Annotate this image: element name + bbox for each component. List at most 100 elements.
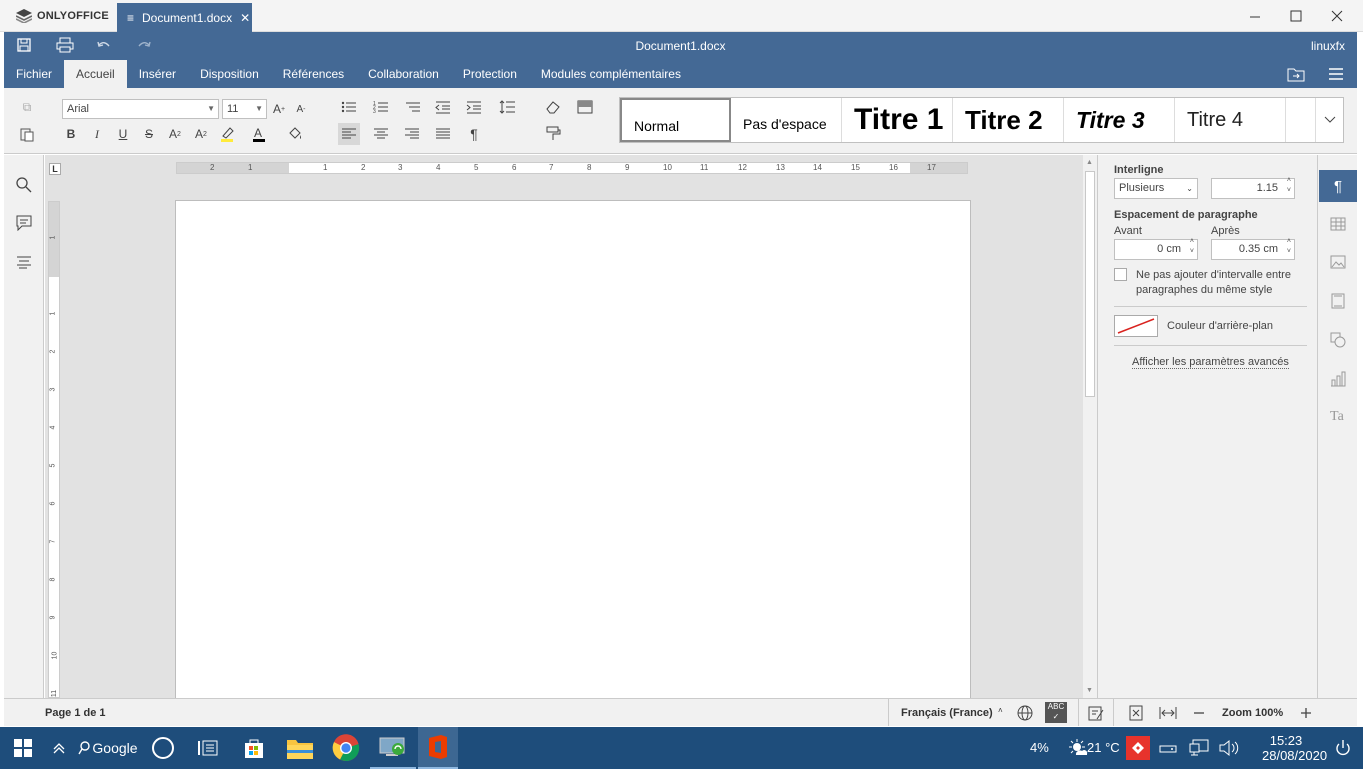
styles-expand-chevron-icon[interactable] <box>1316 98 1343 142</box>
chart-settings-icon[interactable] <box>1330 371 1346 387</box>
close-tab-icon[interactable]: ✕ <box>240 11 250 25</box>
onlyoffice-taskbar-icon[interactable] <box>418 727 458 769</box>
document-tab[interactable]: ≡ Document1.docx ✕ <box>117 3 252 32</box>
line-spacing-value-input[interactable]: 1.15 ˄ ˅ <box>1211 176 1295 199</box>
fit-width-icon[interactable] <box>1159 705 1177 721</box>
paste-icon[interactable] <box>16 123 38 145</box>
spinner-icon[interactable]: ˄ ˅ <box>1287 176 1291 196</box>
zoom-in-icon[interactable] <box>1299 705 1313 721</box>
style-heading-4[interactable]: Titre 4 <box>1175 98 1286 142</box>
task-view-icon[interactable] <box>185 727 231 769</box>
text-art-settings-icon[interactable]: Ta <box>1330 409 1344 425</box>
chrome-icon[interactable] <box>323 727 369 769</box>
spinner-icon[interactable]: ˄ ˅ <box>1190 237 1194 257</box>
weather-temperature[interactable]: 21 °C <box>1087 740 1120 755</box>
justify-icon[interactable] <box>432 123 454 145</box>
header-footer-settings-icon[interactable] <box>1331 293 1345 309</box>
italic-icon[interactable]: I <box>86 123 108 145</box>
windows-start-icon[interactable] <box>0 727 46 769</box>
font-color-icon[interactable]: A <box>248 123 270 145</box>
style-heading-3[interactable]: Titre 3 <box>1064 98 1175 142</box>
nonprinting-characters-icon[interactable]: ¶ <box>463 123 485 145</box>
vertical-scrollbar[interactable]: ▲ ▼ <box>1083 155 1097 698</box>
subscript-icon[interactable]: A2 <box>190 123 212 145</box>
underline-icon[interactable]: U <box>112 123 134 145</box>
copy-style-icon[interactable] <box>574 96 596 118</box>
comments-icon[interactable] <box>16 215 32 231</box>
file-explorer-icon[interactable] <box>277 727 323 769</box>
style-heading-1[interactable]: Titre 1 <box>842 98 953 142</box>
cortana-icon[interactable] <box>140 727 186 769</box>
clear-style-icon[interactable] <box>542 96 564 118</box>
spacing-before-input[interactable]: 0 cm ˄ ˅ <box>1114 237 1198 260</box>
search-icon[interactable] <box>16 177 32 193</box>
tab-accueil[interactable]: Accueil <box>64 60 127 88</box>
shape-settings-icon[interactable] <box>1330 332 1346 348</box>
menu-icon[interactable] <box>1328 67 1344 81</box>
network-icon[interactable] <box>1189 739 1209 757</box>
align-right-icon[interactable] <box>401 123 423 145</box>
spellcheck-icon[interactable]: ABC ✓ <box>1045 702 1067 723</box>
bullet-list-icon[interactable] <box>338 96 360 118</box>
paragraph-shading-icon[interactable] <box>284 123 306 145</box>
line-spacing-mode-select[interactable]: Plusieurs ⌄ <box>1114 178 1198 199</box>
align-center-icon[interactable] <box>370 123 392 145</box>
align-left-icon[interactable] <box>338 123 360 145</box>
tab-disposition[interactable]: Disposition <box>188 60 271 88</box>
horizontal-ruler[interactable]: 2 1 1 2 3 4 5 6 7 8 9 10 11 12 13 14 15 16 17 <box>176 162 968 174</box>
decrease-indent-icon[interactable] <box>432 96 454 118</box>
open-location-icon[interactable] <box>1287 66 1305 82</box>
clock[interactable]: 15:23 28/08/2020 <box>1262 733 1327 763</box>
font-size-combo[interactable]: 11 ▼ <box>222 99 267 119</box>
spinner-icon[interactable]: ˄ ˅ <box>1287 237 1291 257</box>
line-spacing-icon[interactable] <box>496 96 518 118</box>
superscript-icon[interactable]: A2 <box>164 123 186 145</box>
decrease-font-icon[interactable]: A- <box>290 98 312 120</box>
user-name[interactable]: linuxfx <box>1311 39 1345 53</box>
bold-icon[interactable]: B <box>60 123 82 145</box>
style-normal[interactable]: Normal <box>620 98 731 142</box>
tab-protection[interactable]: Protection <box>451 60 529 88</box>
scroll-down-icon[interactable]: ▼ <box>1086 687 1093 694</box>
font-name-combo[interactable]: Arial ▼ <box>62 99 219 119</box>
highlight-icon[interactable] <box>216 123 238 145</box>
strikethrough-icon[interactable]: S <box>138 123 160 145</box>
tab-modules[interactable]: Modules complémentaires <box>529 60 693 88</box>
zoom-out-icon[interactable] <box>1192 705 1206 721</box>
increase-indent-icon[interactable] <box>463 96 485 118</box>
table-settings-icon[interactable] <box>1330 217 1346 231</box>
tab-collaboration[interactable]: Collaboration <box>356 60 451 88</box>
document-page[interactable] <box>175 200 971 698</box>
navigation-icon[interactable] <box>16 255 32 269</box>
style-heading-2[interactable]: Titre 2 <box>953 98 1064 142</box>
numbered-list-icon[interactable]: 123 <box>370 96 392 118</box>
advanced-settings-link[interactable]: Afficher les paramètres avancés <box>1132 356 1289 369</box>
track-changes-icon[interactable] <box>1088 705 1104 721</box>
anydesk-icon[interactable] <box>1126 736 1150 760</box>
style-no-spacing[interactable]: Pas d'espace <box>731 98 842 142</box>
power-icon[interactable] <box>1335 739 1351 757</box>
battery-level[interactable]: 4% <box>1030 740 1049 755</box>
google-search-button[interactable]: Google <box>76 727 140 769</box>
no-interval-checkbox[interactable] <box>1114 268 1127 281</box>
chevron-up-icon[interactable] <box>46 727 72 769</box>
vertical-ruler[interactable]: 1 1 2 3 4 5 6 7 8 9 10 11 <box>48 201 60 698</box>
image-settings-icon[interactable] <box>1330 255 1346 269</box>
maximize-button[interactable] <box>1288 8 1304 24</box>
scrollbar-thumb[interactable] <box>1085 171 1095 397</box>
spacing-after-input[interactable]: 0.35 cm ˄ ˅ <box>1211 237 1295 260</box>
tab-references[interactable]: Références <box>271 60 356 88</box>
tab-selector[interactable]: L <box>49 163 61 175</box>
volume-icon[interactable] <box>1219 739 1239 757</box>
weather-icon[interactable] <box>1068 738 1088 758</box>
language-select[interactable]: Français (France) <box>901 707 993 719</box>
tab-fichier[interactable]: Fichier <box>4 60 64 88</box>
store-icon[interactable] <box>231 727 277 769</box>
minimize-button[interactable] <box>1247 8 1263 24</box>
drive-icon[interactable] <box>1159 741 1177 755</box>
close-window-button[interactable] <box>1329 8 1345 24</box>
copy-icon[interactable]: ⧉ <box>16 96 38 118</box>
tab-inserer[interactable]: Insérer <box>127 60 188 88</box>
multilevel-list-icon[interactable] <box>402 96 424 118</box>
increase-font-icon[interactable]: A + <box>268 98 290 120</box>
